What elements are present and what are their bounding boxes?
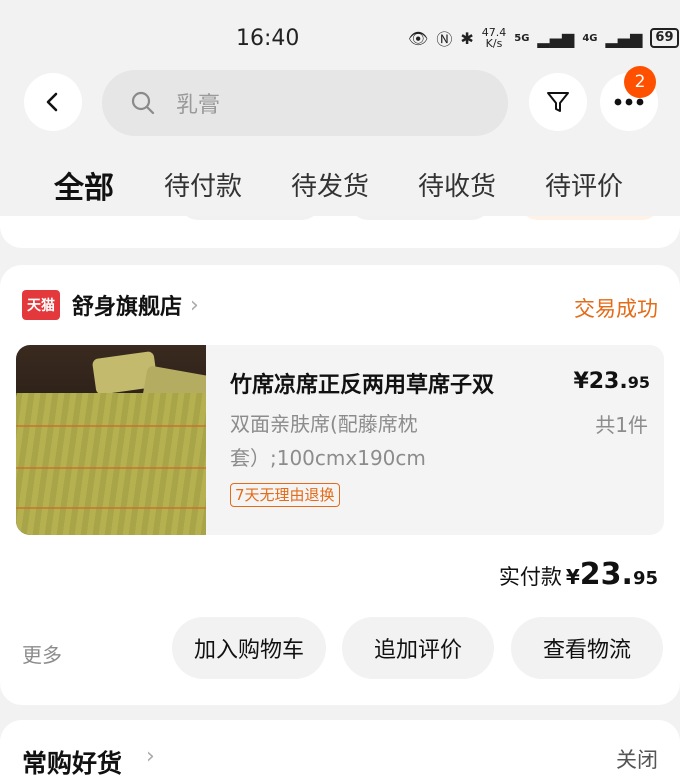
tmall-badge: 天猫 <box>22 290 60 320</box>
signal-5g: 5G <box>514 32 530 44</box>
product-image-mat <box>16 393 206 535</box>
add-to-cart-button[interactable]: 加入购物车 <box>172 617 326 679</box>
product-image-stripe <box>16 425 206 427</box>
product-image[interactable] <box>16 345 206 535</box>
status-icons: 👁 Ⓝ ✱ 47.4 K/s 5G ▂▄▆ 4G ▂▄▆ 69 <box>408 26 679 50</box>
tab-all[interactable]: 全部 <box>54 163 114 207</box>
order-card: 天猫 舒身旗舰店 › 交易成功 竹席凉席正反两用草席子双 ¥23.95 双面亲肤… <box>0 265 680 705</box>
product-image-stripe <box>16 507 206 509</box>
eye-icon: 👁 <box>408 28 429 48</box>
message-badge: 2 <box>624 66 656 98</box>
signal-icon: ▂▄▆ <box>537 28 575 48</box>
order-tabs: 全部 待付款 待发货 待收货 待评价 <box>0 166 680 206</box>
bluetooth-icon: ✱ <box>460 28 474 48</box>
product-price: ¥23.95 <box>573 369 650 394</box>
ghost-button <box>180 216 320 220</box>
header: 16:40 👁 Ⓝ ✱ 47.4 K/s 5G ▂▄▆ 4G ▂▄▆ 69 乳膏… <box>0 0 680 216</box>
filter-button[interactable] <box>529 73 587 131</box>
search-bar[interactable]: 乳膏 <box>102 70 508 136</box>
product-sku: 双面亲肤席(配藤席枕套）;100cmx190cm <box>230 412 426 470</box>
paid-label: 实付款 <box>498 565 562 589</box>
price-yen: ¥ <box>573 369 589 394</box>
price-dec: 95 <box>627 373 650 392</box>
net-speed-unit: K/s <box>485 37 503 50</box>
price-int: 23. <box>588 369 628 394</box>
paid-amount: 实付款 ¥ 23. 95 <box>499 557 658 592</box>
chevron-right-icon: › <box>146 744 155 769</box>
product-title[interactable]: 竹席凉席正反两用草席子双 <box>230 367 494 399</box>
back-icon <box>46 92 58 112</box>
status-bar: 16:40 👁 Ⓝ ✱ 47.4 K/s 5G ▂▄▆ 4G ▂▄▆ 69 <box>0 0 680 76</box>
status-time: 16:40 <box>236 26 300 51</box>
tab-pending-payment[interactable]: 待付款 <box>164 166 242 203</box>
order-item[interactable]: 竹席凉席正反两用草席子双 ¥23.95 双面亲肤席(配藤席枕套）;100cmx1… <box>16 345 664 535</box>
paid-dec: 95 <box>632 568 658 589</box>
search-placeholder: 乳膏 <box>176 93 221 118</box>
previous-order-card <box>0 216 680 248</box>
recommend-title[interactable]: 常购好货 <box>22 744 122 777</box>
tab-pending-shipment[interactable]: 待发货 <box>291 166 369 203</box>
add-review-button[interactable]: 追加评价 <box>342 617 494 679</box>
paid-yen: ¥ <box>565 565 580 589</box>
recommend-close-button[interactable]: 关闭 <box>616 744 658 774</box>
back-button[interactable] <box>24 73 82 131</box>
return-policy-tag: 7天无理由退换 <box>230 483 340 507</box>
battery-icon: 69 <box>650 28 679 48</box>
product-image-stripe <box>16 467 206 469</box>
ghost-button <box>350 216 490 220</box>
paid-int: 23. <box>579 557 633 592</box>
more-icon <box>614 98 644 106</box>
track-shipment-button[interactable]: 查看物流 <box>511 617 663 679</box>
signal-icon-2: ▂▄▆ <box>605 28 643 48</box>
signal-4g: 4G <box>582 32 598 44</box>
net-speed: 47.4 K/s <box>482 27 507 49</box>
recommend-card: 常购好货 › 关闭 <box>0 720 680 777</box>
product-quantity: 共1件 <box>595 413 648 437</box>
shop-name[interactable]: 舒身旗舰店 <box>72 289 182 321</box>
tab-pending-review[interactable]: 待评价 <box>545 166 623 203</box>
chevron-right-icon: › <box>190 292 199 318</box>
shop-header[interactable]: 天猫 舒身旗舰店 › <box>22 289 199 321</box>
search-icon <box>131 91 155 115</box>
ghost-button <box>520 216 660 220</box>
filter-icon <box>547 92 569 112</box>
nfc-icon: Ⓝ <box>436 30 453 49</box>
order-status: 交易成功 <box>574 297 658 321</box>
more-link[interactable]: 更多 <box>22 639 62 668</box>
tab-pending-receipt[interactable]: 待收货 <box>418 166 496 203</box>
